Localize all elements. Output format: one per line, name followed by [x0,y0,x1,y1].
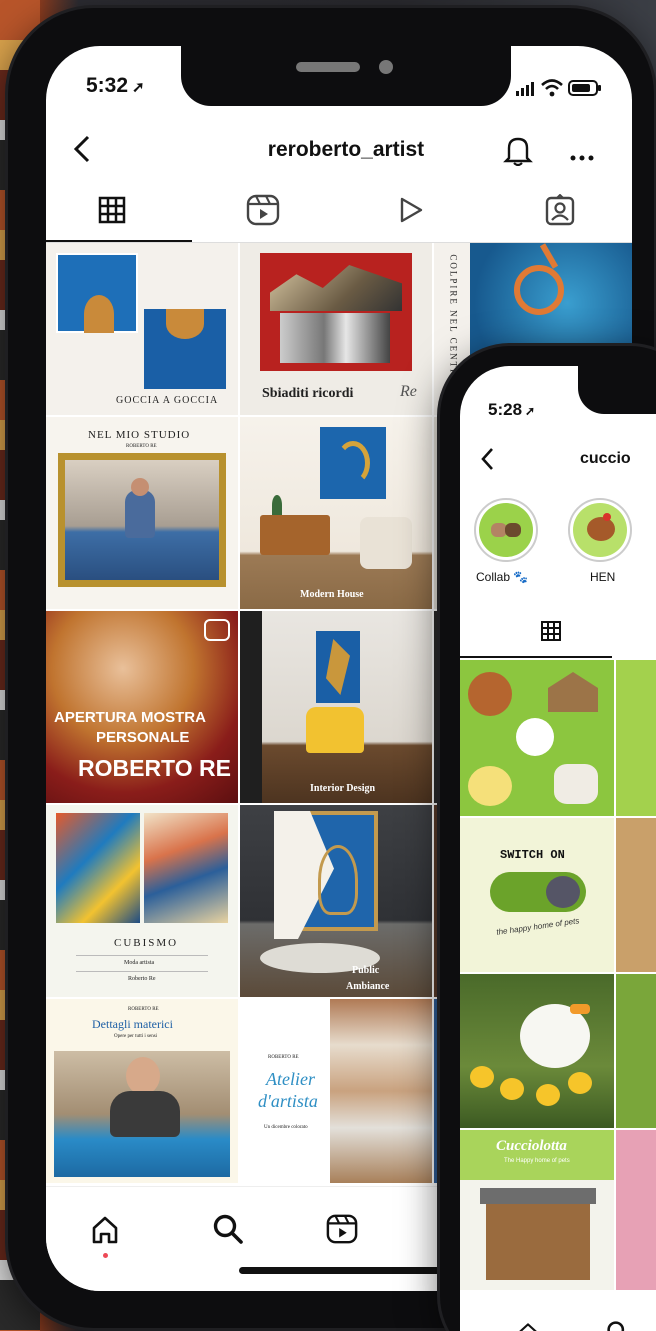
tab-grid[interactable] [98,196,126,229]
post-cubismo[interactable]: CUBISMO Moda artista Roberto Re [46,805,238,997]
post-cubismo-title: CUBISMO [114,937,179,949]
post-cucciolotta[interactable]: Cucciolotta The Happy home of pets [460,1130,614,1290]
more-icon[interactable] [570,148,594,166]
highlight-hen[interactable]: HEN [566,498,636,590]
tab-active-indicator-secondary [460,656,612,658]
back-icon-secondary[interactable] [478,446,496,477]
post-interior-title: Interior Design [310,783,376,794]
tab-grid-secondary[interactable] [540,620,562,647]
post-public-line1: Public [352,965,380,976]
bell-icon[interactable] [503,134,533,171]
post-dettagli[interactable]: ROBERTO RE Dettagli materici Opere per t… [46,999,238,1183]
home-icon [92,1216,118,1244]
status-time: 5:32 ➚ [86,74,145,97]
reels-icon [246,194,280,226]
post-public-ambiance[interactable]: Public Ambiance [240,805,432,997]
post-honeycomb[interactable] [460,660,614,816]
grid-icon [541,621,561,641]
nav-home[interactable] [90,1215,120,1258]
post-goccia-title: GOCCIA A GOCCIA [116,395,219,406]
battery-icon [568,80,602,101]
post-goccia[interactable]: GOCCIA A GOCCIA [46,243,238,415]
post-brand-sub: The Happy home of pets [504,1158,570,1164]
back-icon[interactable] [70,134,92,169]
post-studio-title: NEL MIO STUDIO [88,429,191,441]
notification-dot [103,1253,108,1258]
nav-search[interactable] [212,1213,244,1250]
notch [181,46,511,106]
post-sbiaditi-title: Sbiaditi ricordi [262,386,354,401]
post-duck[interactable] [460,974,614,1128]
post-studio[interactable]: NEL MIO STUDIO ROBERTO RE [46,417,238,609]
post-green-3[interactable] [616,974,656,1128]
highlight-collab[interactable]: Collab 🐾 [472,498,542,590]
nav-reels[interactable] [326,1213,358,1250]
home-icon [519,1323,537,1331]
home-indicator [239,1267,469,1274]
status-time-secondary: 5:28 ➚ [488,400,536,419]
post-green-2[interactable] [616,660,656,816]
post-apertura-line3: ROBERTO RE [78,755,231,781]
post-switch-on[interactable]: SWITCH ON the happy home of pets [460,818,614,972]
phone-frame-secondary: 5:28 ➚ cuccio Collab 🐾 HEN SWITCH ON the… [440,346,656,1331]
post-switch-title: SWITCH ON [500,848,565,862]
search-icon [607,1321,625,1331]
nav-search-secondary[interactable] [606,1320,630,1331]
profile-username: reroberto_artist [267,138,425,161]
post-atelier-line1: Atelier [266,1069,315,1089]
highlight-hen-label: HEN [590,570,616,584]
tab-tagged[interactable] [544,193,576,231]
phone-screen-secondary: 5:28 ➚ cuccio Collab 🐾 HEN SWITCH ON the… [460,366,656,1331]
post-dettagli-title: Dettagli materici [92,1017,173,1031]
post-colpire-title: COLPIRE NEL CENTRO [448,254,459,386]
post-atelier[interactable]: ROBERTO RE Atelier d'artista Un dicembre… [240,999,432,1183]
post-atelier-line2: d'artista [258,1091,318,1111]
profile-username-secondary: cuccio [580,450,631,467]
nav-home-secondary[interactable] [516,1322,540,1331]
signal-icon [516,82,538,101]
tagged-icon [545,193,575,226]
wifi-icon [541,79,563,102]
post-modern-house[interactable]: Modern House [240,417,432,609]
post-modern-house-title: Modern House [300,589,364,600]
notch-secondary [578,366,656,414]
tab-videos[interactable] [398,196,424,229]
marketing-collage: 5:32 ➚ reroberto_artist GOCCIA A GOCCIA … [0,0,656,1331]
post-switch-tagline: the happy home of pets [495,916,580,937]
post-apertura[interactable]: APERTURA MOSTRA PERSONALE ROBERTO RE [46,611,238,803]
tab-reels[interactable] [246,194,280,231]
search-icon [213,1214,243,1244]
post-public-line2: Ambiance [346,981,390,992]
post-interior-design[interactable]: Interior Design [240,611,432,803]
grid-icon [98,196,126,224]
bottom-nav-secondary [460,1292,656,1331]
post-apertura-line2: PERSONALE [96,729,190,746]
post-pink[interactable] [616,1130,656,1290]
post-dog[interactable] [616,818,656,972]
post-apertura-line1: APERTURA MOSTRA [54,709,206,726]
highlight-collab-label: Collab 🐾 [476,570,529,584]
post-sbiaditi[interactable]: Sbiaditi ricordi Re [240,243,432,415]
post-brand: Cucciolotta [496,1138,567,1154]
reels-icon [326,1214,358,1244]
play-icon [400,197,423,223]
